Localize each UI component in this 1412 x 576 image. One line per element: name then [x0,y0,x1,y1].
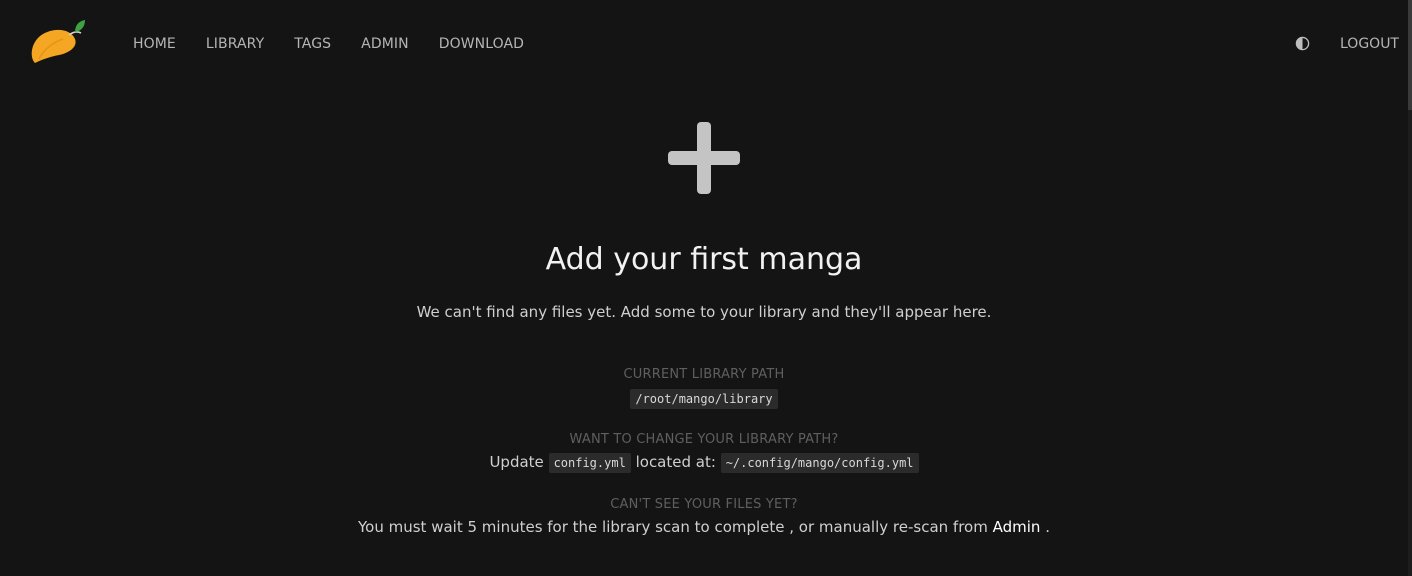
config-file-name: config.yml [548,453,631,473]
navbar: HOME LIBRARY TAGS ADMIN DOWNLOAD LOGOUT [0,0,1408,88]
config-file-path: ~/.config/mango/config.yml [720,453,919,473]
library-path-label: CURRENT LIBRARY PATH [623,367,785,382]
files-help-suffix: . [1045,518,1050,536]
page-title: Add your first manga [545,242,863,277]
nav-admin[interactable]: ADMIN [361,35,409,53]
library-path-line: /root/mango/library [0,387,1408,410]
scrollbar-track[interactable] [1408,0,1412,576]
nav-links: HOME LIBRARY TAGS ADMIN DOWNLOAD [133,35,524,53]
change-path-prefix: Update [489,453,544,471]
nav-library[interactable]: LIBRARY [206,35,264,53]
scrollbar-thumb[interactable] [1408,0,1412,110]
files-help-line: You must wait 5 minutes for the library … [0,516,1408,538]
files-help-label: CAN'T SEE YOUR FILES YET? [610,497,798,512]
nav-home[interactable]: HOME [133,35,176,53]
mango-logo-icon[interactable] [29,19,87,67]
change-path-line: Update config.yml located at: ~/.config/… [0,451,1408,474]
change-path-middle: located at: [635,453,716,471]
files-help-text: You must wait 5 minutes for the library … [358,518,988,536]
logout-button[interactable]: LOGOUT [1340,35,1399,53]
page: HOME LIBRARY TAGS ADMIN DOWNLOAD LOGOUT … [0,0,1412,576]
change-path-label: WANT TO CHANGE YOUR LIBRARY PATH? [569,432,839,447]
nav-download[interactable]: DOWNLOAD [439,35,524,53]
admin-link[interactable]: Admin [993,518,1041,536]
plus-icon [668,122,740,194]
contrast-icon[interactable] [1295,36,1310,51]
nav-tags[interactable]: TAGS [294,35,331,53]
library-path-value: /root/mango/library [630,389,778,409]
empty-state-subtitle: We can't find any files yet. Add some to… [416,303,992,321]
